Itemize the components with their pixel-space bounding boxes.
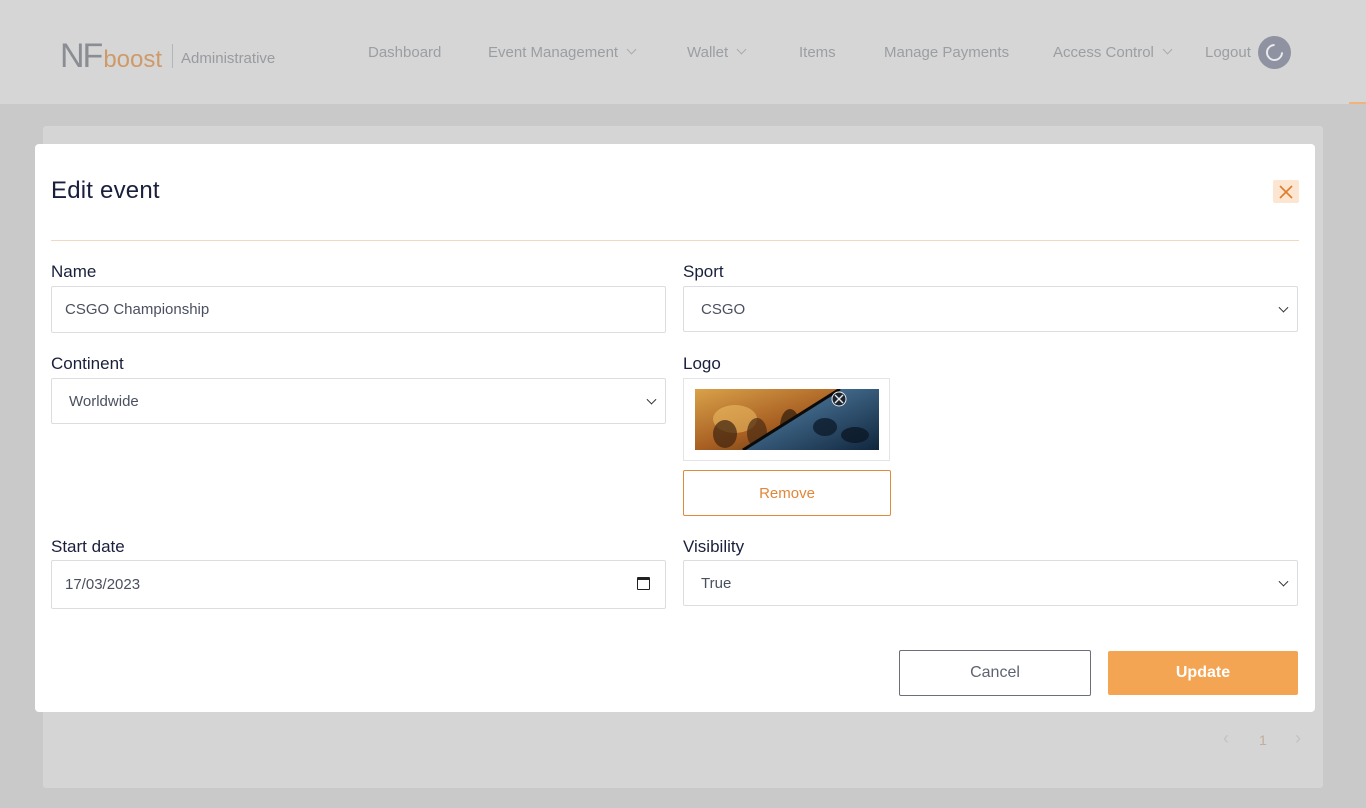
sport-label: Sport [683,262,724,281]
nav-manage-payments[interactable]: Manage Payments [884,42,1009,62]
continent-select-value: Worldwide [69,392,139,410]
chevron-down-icon [1278,576,1289,587]
name-input-value: CSGO Championship [65,301,210,318]
sport-select[interactable]: CSGO [683,286,1298,332]
nav-logout-label: Logout [1205,43,1251,61]
remove-logo-button[interactable]: Remove [683,470,891,516]
logo-boost-text: boost [103,46,163,73]
logo-preview [683,378,890,461]
nfboost-logo[interactable]: NF boost Administrative [60,38,275,74]
nav-access-control-label: Access Control [1053,43,1154,61]
nav-dashboard[interactable]: Dashboard [368,42,441,62]
nav-wallet[interactable]: Wallet [687,42,747,62]
nav-dashboard-label: Dashboard [368,43,442,61]
nav-items[interactable]: Items [799,42,836,62]
logo-nf-text: NF [60,37,103,75]
continent-select[interactable]: Worldwide [51,378,666,424]
nav-active-indicator [1349,102,1366,104]
pagination-next-button[interactable]: › [1295,728,1301,749]
cancel-button-label: Cancel [970,664,1020,681]
update-button-label: Update [1175,664,1231,681]
chevron-down-icon [736,44,747,55]
nav-access-control[interactable]: Access Control [1053,42,1173,62]
top-navigation-bar: NF boost Administrative Dashboard Event … [0,0,1366,104]
start-date-value: 17/03/2023 [65,576,141,593]
name-label: Name [51,262,97,281]
sport-select-value: CSGO [701,300,746,318]
event-logo-image [695,389,879,450]
chevron-down-icon [626,44,637,55]
pagination-prev-button[interactable]: ‹ [1223,728,1229,749]
start-date-input[interactable]: 17/03/2023 [51,560,666,609]
logo-label: Logo [683,354,721,373]
chevron-down-icon [1162,44,1173,55]
visibility-label: Visibility [683,537,745,556]
remove-logo-label: Remove [759,484,815,502]
visibility-select-value: True [701,574,732,592]
name-input[interactable]: CSGO Championship [51,286,666,333]
nav-items-label: Items [799,43,836,61]
cancel-button[interactable]: Cancel [899,650,1091,696]
nav-manage-payments-label: Manage Payments [884,43,1010,61]
logout-icon[interactable] [1258,36,1291,69]
visibility-select[interactable]: True [683,560,1298,606]
power-icon [1262,40,1287,65]
logo-subtitle: Administrative [181,49,276,67]
continent-label: Continent [51,354,124,373]
chevron-down-icon [646,394,657,405]
close-icon [1279,184,1293,199]
calendar-icon[interactable] [637,577,650,590]
pagination-page-1[interactable]: 1 [1259,732,1267,748]
close-button[interactable] [1273,180,1299,203]
nav-event-management-label: Event Management [488,43,619,61]
chevron-down-icon [1278,302,1289,313]
nav-wallet-label: Wallet [687,43,729,61]
edit-event-modal: Edit event Name CSGO Championship Sport … [35,144,1315,712]
start-date-label: Start date [51,537,125,556]
modal-title: Edit event [51,177,160,204]
logo-divider [172,44,174,68]
nav-logout[interactable]: Logout [1205,42,1251,62]
update-button[interactable]: Update [1108,651,1298,695]
nav-event-management[interactable]: Event Management [488,42,637,62]
header-divider [51,240,1299,241]
